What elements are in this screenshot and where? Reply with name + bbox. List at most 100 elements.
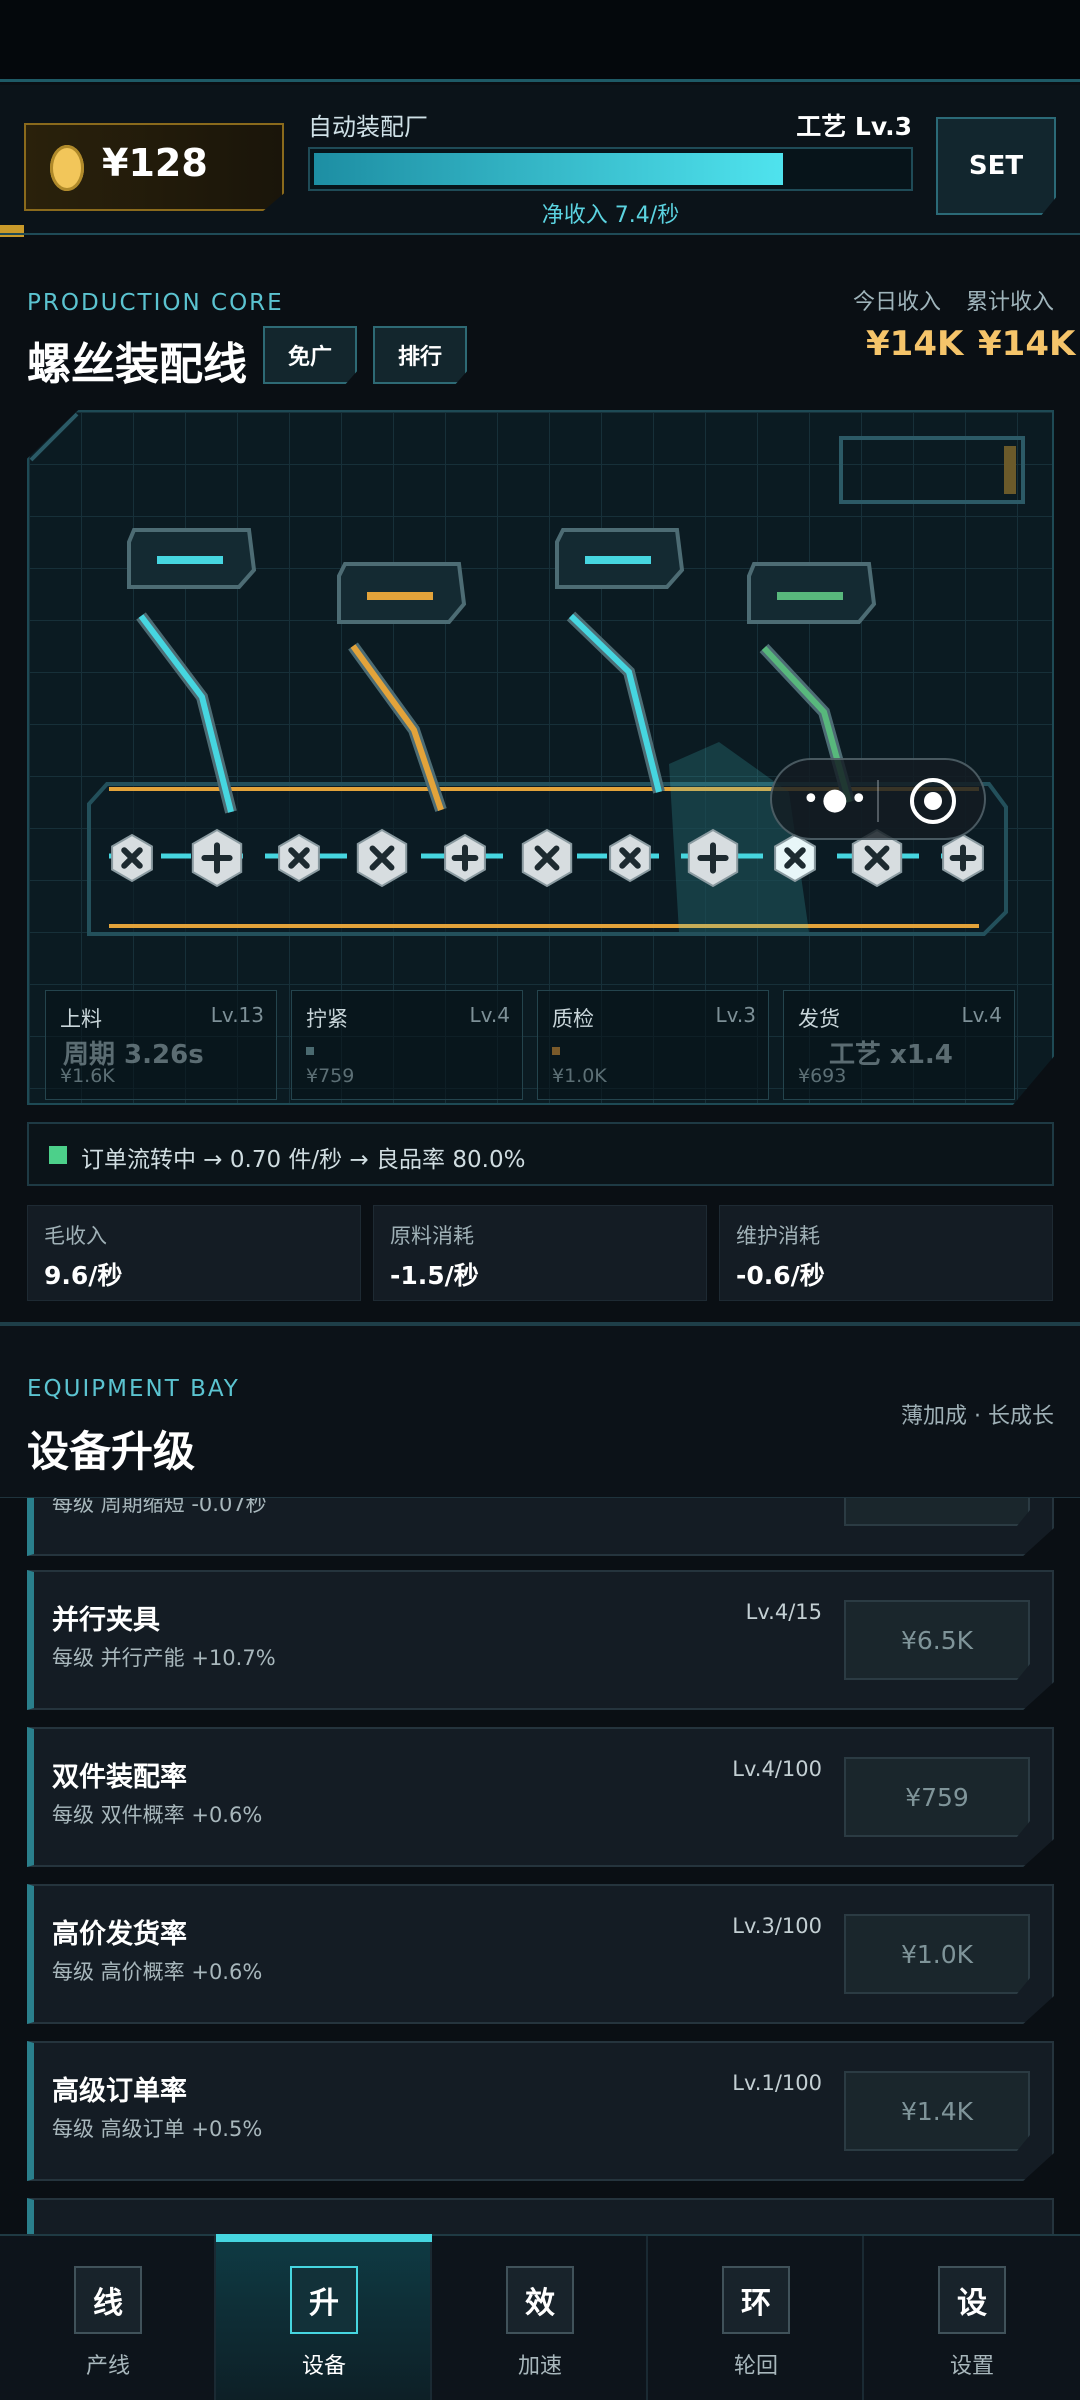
nav-label: 产线: [85, 2354, 130, 2379]
upgrade-level: Lv.3/100: [732, 1914, 822, 1938]
bottom-nav: 线 产线 升 设备 效 加速 环 轮回 设 设置: [0, 2234, 1080, 2400]
upgrade-buy-button[interactable]: ¥1.4K: [844, 2071, 1030, 2151]
upgrade-desc: 每级 周期缩短 -0.07秒: [52, 1498, 267, 1516]
status-box-meter: [1004, 446, 1016, 494]
settings-icon: 设: [938, 2266, 1006, 2334]
tech-multiplier-overlay: 工艺 x1.4: [829, 1040, 953, 1070]
kpi-gross-income: 毛收入 9.6/秒: [27, 1205, 361, 1301]
upgrade-card-partial[interactable]: [27, 2198, 1054, 2234]
upgrade-level: Lv.4/100: [732, 1757, 822, 1781]
rank-button[interactable]: 排行: [373, 326, 467, 384]
corner-accent: [29, 412, 79, 462]
ad-free-button[interactable]: 免广: [263, 326, 357, 384]
flow-text: 订单流转中 → 0.70 件/秒 → 良品率 80.0%: [81, 1147, 526, 1173]
station-name: 拧紧: [306, 1007, 348, 1031]
station-level: Lv.4: [469, 1003, 510, 1027]
upgrade-card-partial[interactable]: 每级 周期缩短 -0.07秒: [27, 1498, 1054, 1556]
equipment-hint: 薄加成 · 长成长: [901, 1404, 1054, 1429]
set-button[interactable]: SET: [936, 117, 1056, 215]
upgrade-card[interactable]: 高级订单率 每级 高级订单 +0.5% Lv.1/100 ¥1.4K: [27, 2041, 1054, 2181]
station-level: Lv.4: [961, 1003, 1002, 1027]
upgrade-desc: 每级 高价概率 +0.6%: [52, 1960, 263, 1984]
station-indicator: [552, 1047, 560, 1055]
kpi-label: 原料消耗: [390, 1224, 474, 1248]
boost-icon: 效: [506, 2266, 574, 2334]
station-inspect[interactable]: 质检 Lv.3 ¥1.0K: [537, 990, 769, 1100]
kpi-maintenance-cost: 维护消耗 -0.6/秒: [719, 1205, 1053, 1301]
station-tighten[interactable]: 拧紧 Lv.4 ¥759: [291, 990, 523, 1100]
nav-item-boost[interactable]: 效 加速: [432, 2236, 648, 2400]
robot-arm-3: [555, 528, 685, 794]
kpi-label: 毛收入: [44, 1224, 107, 1248]
upgrade-icon: 升: [290, 2266, 358, 2334]
factory-name: 自动装配厂: [308, 113, 428, 141]
nav-item-settings[interactable]: 设 设置: [864, 2236, 1080, 2400]
upgrade-card[interactable]: 双件装配率 每级 双件概率 +0.6% Lv.4/100 ¥759: [27, 1727, 1054, 1867]
miniapp-capsule: •●•: [770, 758, 986, 840]
production-eyebrow: PRODUCTION CORE: [27, 290, 284, 316]
upgrade-buy-button[interactable]: ¥1.0K: [844, 1914, 1030, 1994]
equipment-header: EQUIPMENT BAY 设备升级 薄加成 · 长成长: [0, 1326, 1080, 1498]
station-name: 发货: [798, 1007, 840, 1031]
station-level: Lv.3: [715, 1003, 756, 1027]
nav-item-cycle[interactable]: 环 轮回: [648, 2236, 864, 2400]
upgrade-buy-button[interactable]: [844, 1498, 1030, 1526]
status-bar: [0, 0, 1080, 82]
total-income-value: ¥14K: [978, 324, 1076, 364]
coin-icon: [50, 145, 84, 191]
upgrade-buy-button[interactable]: ¥759: [844, 1757, 1030, 1837]
coin-amount: ¥128: [102, 141, 208, 185]
upgrade-name: 并行夹具: [52, 1605, 160, 1636]
status-box: [839, 436, 1025, 504]
equipment-title: 设备升级: [27, 1427, 196, 1476]
header-divider: [0, 233, 1080, 235]
upgrade-desc: 每级 并行产能 +10.7%: [52, 1646, 276, 1670]
station-cost: ¥759: [306, 1065, 355, 1087]
top-header: ¥128 自动装配厂 工艺 Lv.3 净收入 7.4/秒 SET: [0, 85, 1080, 237]
upgrade-card[interactable]: 并行夹具 每级 并行产能 +10.7% Lv.4/15 ¥6.5K: [27, 1570, 1054, 1710]
income-progress-fill: [314, 153, 783, 185]
today-income-label: 今日收入: [853, 290, 942, 315]
kpi-label: 维护消耗: [736, 1224, 820, 1248]
robot-arm-1: [127, 528, 257, 814]
nav-label: 设备: [301, 2354, 346, 2379]
more-menu-icon[interactable]: •●•: [802, 782, 870, 817]
upgrade-desc: 每级 高级订单 +0.5%: [52, 2117, 263, 2141]
total-income-label: 累计收入: [966, 290, 1055, 315]
kpi-material-cost: 原料消耗 -1.5/秒: [373, 1205, 707, 1301]
upgrade-list[interactable]: 每级 周期缩短 -0.07秒 并行夹具 每级 并行产能 +10.7% Lv.4/…: [0, 1498, 1080, 2234]
cycle-overlay: 周期 3.26s: [63, 1040, 204, 1070]
upgrade-level: Lv.4/15: [745, 1600, 822, 1624]
upgrade-name: 高价发货率: [52, 1919, 187, 1950]
upgrade-card[interactable]: 高价发货率 每级 高价概率 +0.6% Lv.3/100 ¥1.0K: [27, 1884, 1054, 2024]
upgrade-buy-button[interactable]: ¥6.5K: [844, 1600, 1030, 1680]
kpi-value: -0.6/秒: [736, 1261, 825, 1290]
upgrade-name: 双件装配率: [52, 1762, 187, 1793]
nav-label: 加速: [517, 2354, 562, 2379]
tech-level: 工艺 Lv.3: [796, 112, 912, 141]
net-income-rate: 净收入 7.4/秒: [541, 203, 680, 228]
cycle-icon: 环: [722, 2266, 790, 2334]
station-name: 质检: [552, 1007, 594, 1031]
close-target-icon[interactable]: [910, 778, 956, 824]
station-level: Lv.13: [210, 1003, 264, 1027]
robot-arm-2: [337, 562, 467, 812]
nav-item-equipment[interactable]: 升 设备: [216, 2234, 432, 2400]
nav-label: 设置: [949, 2354, 994, 2379]
status-indicator-icon: [49, 1146, 67, 1164]
station-name: 上料: [60, 1007, 102, 1031]
kpi-value: 9.6/秒: [44, 1261, 123, 1290]
upgrade-name: 高级订单率: [52, 2076, 187, 2107]
upgrade-desc: 每级 双件概率 +0.6%: [52, 1803, 263, 1827]
coin-balance: ¥128: [24, 123, 284, 211]
nav-label: 轮回: [733, 2354, 778, 2379]
income-progress-bar: [308, 147, 913, 191]
today-income-value: ¥14K: [866, 324, 964, 364]
line-icon: 线: [74, 2266, 142, 2334]
production-title: 螺丝装配线: [27, 339, 247, 390]
station-cost: ¥1.0K: [552, 1065, 607, 1087]
station-indicator: [306, 1047, 314, 1055]
equipment-eyebrow: EQUIPMENT BAY: [27, 1376, 240, 1402]
gold-marker: [0, 225, 24, 237]
nav-item-line[interactable]: 线 产线: [0, 2236, 216, 2400]
